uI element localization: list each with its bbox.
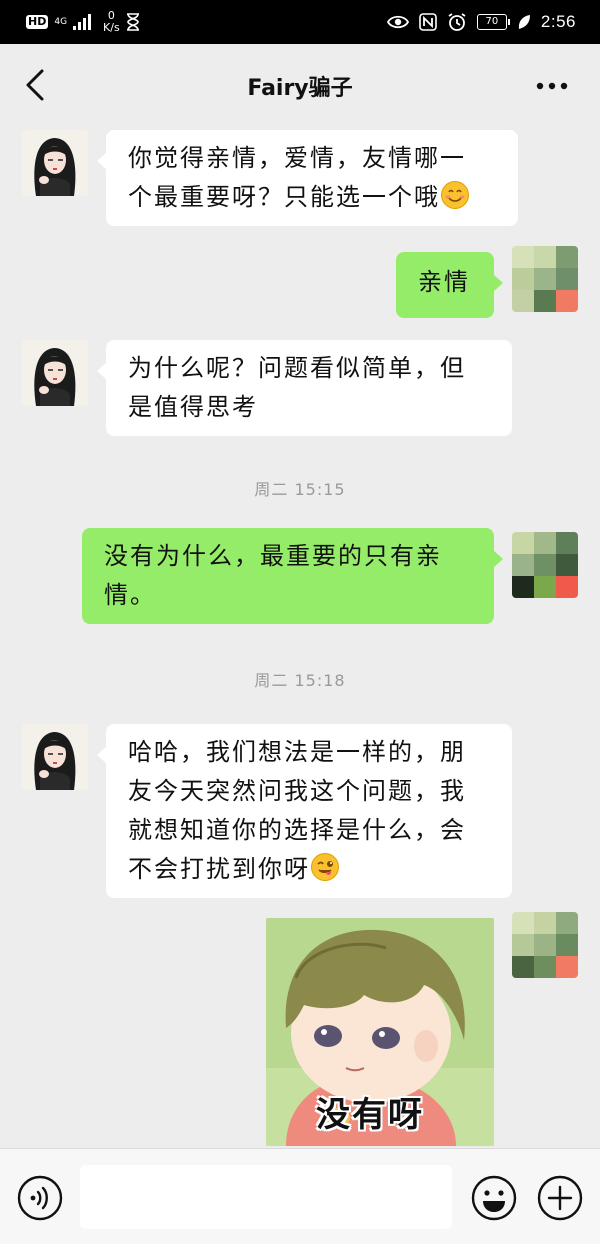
input-bar (0, 1148, 600, 1244)
alarm-icon (448, 13, 466, 31)
hd-badge: HD (26, 15, 49, 29)
contact-avatar[interactable] (22, 724, 88, 790)
eye-icon (386, 15, 409, 29)
timestamp: 周二 15:18 (254, 671, 346, 690)
nfc-icon (419, 13, 437, 31)
timestamp: 周二 15:15 (254, 480, 346, 499)
message-text-line: 不会打扰到你呀 (128, 850, 490, 889)
chat-header: Fairy骗子 (0, 44, 600, 126)
chat-title: Fairy骗子 (247, 76, 353, 101)
message-text-line: 哈哈，我们想法是一样的，朋 (128, 738, 466, 766)
message-input[interactable] (80, 1165, 452, 1229)
message-bubble-sent[interactable]: 没有为什么，最重要的只有亲 情。 (82, 528, 503, 624)
wink-tongue-emoji-icon (311, 853, 339, 881)
plus-icon[interactable] (536, 1174, 584, 1222)
girl-portrait-icon (22, 724, 88, 790)
net-speed-unit: K/s (103, 21, 120, 34)
contact-avatar[interactable] (22, 340, 88, 406)
girl-portrait-icon (22, 130, 88, 196)
message-text-line: 友今天突然问我这个问题，我 (128, 777, 466, 805)
emoji-icon[interactable] (470, 1174, 518, 1222)
more-button[interactable] (534, 74, 570, 98)
contact-avatar[interactable] (22, 130, 88, 196)
my-avatar[interactable] (512, 246, 578, 312)
network-label: 4G (54, 16, 68, 27)
message-text-line: 你觉得亲情，爱情，友情哪一 (128, 144, 466, 172)
more-dots-icon (536, 82, 568, 90)
sticker-message[interactable]: 没有呀 (266, 918, 494, 1146)
message-bubble-received[interactable]: 哈哈，我们想法是一样的，朋 友今天突然问我这个问题，我 就想知道你的选择是什么，… (97, 724, 512, 898)
message-bubble-received[interactable]: 你觉得亲情，爱情，友情哪一 个最重要呀？只能选一个哦 (97, 130, 518, 226)
message-bubble-received[interactable]: 为什么呢？问题看似简单，但 是值得思考 (97, 340, 512, 436)
message-text-line: 个最重要呀？只能选一个哦 (128, 178, 496, 217)
battery-indicator: 70 (476, 14, 510, 30)
message-text-line: 没有为什么，最重要的只有亲 (104, 542, 442, 570)
sticker-caption: 没有呀 (316, 1095, 424, 1135)
net-speed: 0 K/s (103, 10, 120, 34)
my-avatar[interactable] (512, 912, 578, 978)
voice-icon[interactable] (16, 1174, 64, 1222)
my-avatar[interactable] (512, 532, 578, 598)
message-text-line: 为什么呢？问题看似简单，但 (128, 354, 466, 382)
message-text-line: 就想知道你的选择是什么，会 (128, 816, 466, 844)
message-text-line: 是值得思考 (128, 393, 258, 421)
message-text-line: 亲情 (418, 268, 470, 296)
status-right: 70 2:56 (386, 8, 576, 36)
leaf-icon (518, 15, 530, 29)
status-left: HD 4G 0 K/s (26, 8, 140, 36)
signal-icon (73, 14, 92, 30)
smile-emoji-icon (441, 181, 469, 209)
message-bubble-sent[interactable]: 亲情 (396, 252, 503, 318)
status-bar: HD 4G 0 K/s 70 2:56 (0, 0, 600, 44)
message-text-line: 情。 (104, 581, 156, 609)
clock: 2:56 (540, 12, 576, 31)
girl-portrait-icon (22, 340, 88, 406)
hourglass-icon (126, 13, 139, 31)
